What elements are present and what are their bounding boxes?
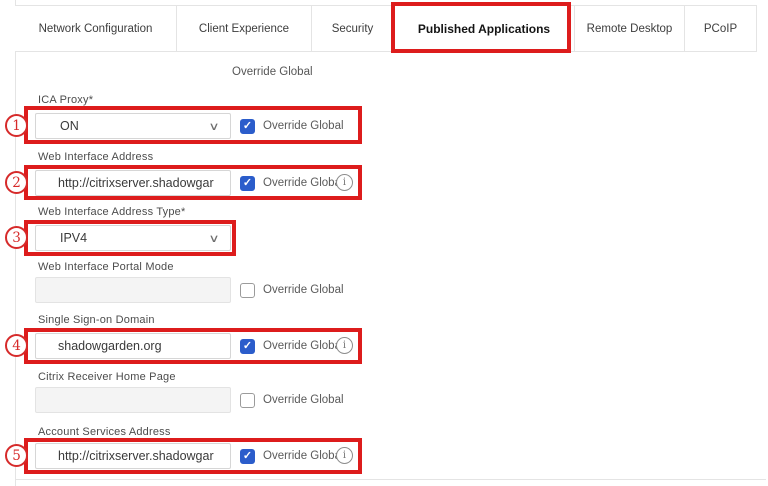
ica-proxy-override-checkbox[interactable]: ✓ (240, 119, 255, 134)
tab-published-applications[interactable]: Published Applications (394, 6, 575, 51)
tab-security[interactable]: Security (312, 6, 394, 51)
published-applications-settings-page: Network Configuration Client Experience … (0, 0, 768, 486)
single-sign-on-domain-row: ✓ Override Global i (35, 333, 344, 359)
account-services-address-row: ✓ Override Global i (35, 443, 344, 469)
override-global-label: Override Global (263, 340, 344, 352)
check-icon: ✓ (243, 451, 252, 462)
citrix-receiver-home-page-override-checkbox[interactable]: ✓ (240, 393, 255, 408)
tab-remote-desktop[interactable]: Remote Desktop (575, 6, 685, 51)
chevron-down-icon: ∨ (208, 120, 219, 133)
settings-tab-bar: Network Configuration Client Experience … (15, 5, 757, 52)
web-interface-address-type-select[interactable]: IPV4 ∨ (35, 225, 231, 251)
web-interface-address-type-value: IPV4 (60, 231, 87, 245)
override-global-label: Override Global (263, 120, 344, 132)
annotation-number-5: 5 (5, 444, 28, 467)
check-icon: ✓ (243, 121, 252, 132)
web-interface-portal-mode-input (35, 277, 231, 303)
web-interface-address-override-checkbox[interactable]: ✓ (240, 176, 255, 191)
citrix-receiver-home-page-input (35, 387, 231, 413)
ica-proxy-row: ON ∨ ✓ Override Global (35, 113, 344, 139)
override-global-label: Override Global (263, 177, 344, 189)
single-sign-on-domain-label: Single Sign-on Domain (38, 314, 155, 326)
web-interface-address-type-row: IPV4 ∨ (35, 225, 231, 251)
info-icon[interactable]: i (336, 447, 353, 464)
override-global-label: Override Global (263, 394, 344, 406)
ica-proxy-value: ON (60, 119, 79, 133)
web-interface-portal-mode-override-checkbox[interactable]: ✓ (240, 283, 255, 298)
web-interface-address-type-label: Web Interface Address Type* (38, 206, 185, 218)
single-sign-on-domain-input[interactable] (35, 333, 231, 359)
check-icon: ✓ (243, 178, 252, 189)
account-services-address-override-checkbox[interactable]: ✓ (240, 449, 255, 464)
info-icon[interactable]: i (336, 337, 353, 354)
single-sign-on-domain-override-checkbox[interactable]: ✓ (240, 339, 255, 354)
override-global-column-header: Override Global (232, 66, 313, 78)
web-interface-portal-mode-label: Web Interface Portal Mode (38, 261, 174, 273)
citrix-receiver-home-page-label: Citrix Receiver Home Page (38, 371, 176, 383)
ica-proxy-select[interactable]: ON ∨ (35, 113, 231, 139)
account-services-address-label: Account Services Address (38, 426, 171, 438)
annotation-number-3: 3 (5, 226, 28, 249)
chevron-down-icon: ∨ (208, 232, 219, 245)
ica-proxy-label: ICA Proxy* (38, 94, 93, 106)
web-interface-address-label: Web Interface Address (38, 151, 153, 163)
web-interface-portal-mode-row: ✓ Override Global (35, 277, 344, 303)
annotation-number-4: 4 (5, 334, 28, 357)
account-services-address-input[interactable] (35, 443, 231, 469)
tab-client-experience[interactable]: Client Experience (177, 6, 312, 51)
web-interface-address-input[interactable] (35, 170, 231, 196)
tab-pcoip[interactable]: PCoIP (685, 6, 757, 51)
web-interface-address-row: ✓ Override Global i (35, 170, 344, 196)
bottom-border-line (15, 479, 766, 480)
tab-network-configuration[interactable]: Network Configuration (15, 6, 177, 51)
citrix-receiver-home-page-row: ✓ Override Global (35, 387, 344, 413)
annotation-number-1: 1 (5, 114, 28, 137)
annotation-number-2: 2 (5, 171, 28, 194)
override-global-label: Override Global (263, 284, 344, 296)
override-global-label: Override Global (263, 450, 344, 462)
check-icon: ✓ (243, 341, 252, 352)
info-icon[interactable]: i (336, 174, 353, 191)
